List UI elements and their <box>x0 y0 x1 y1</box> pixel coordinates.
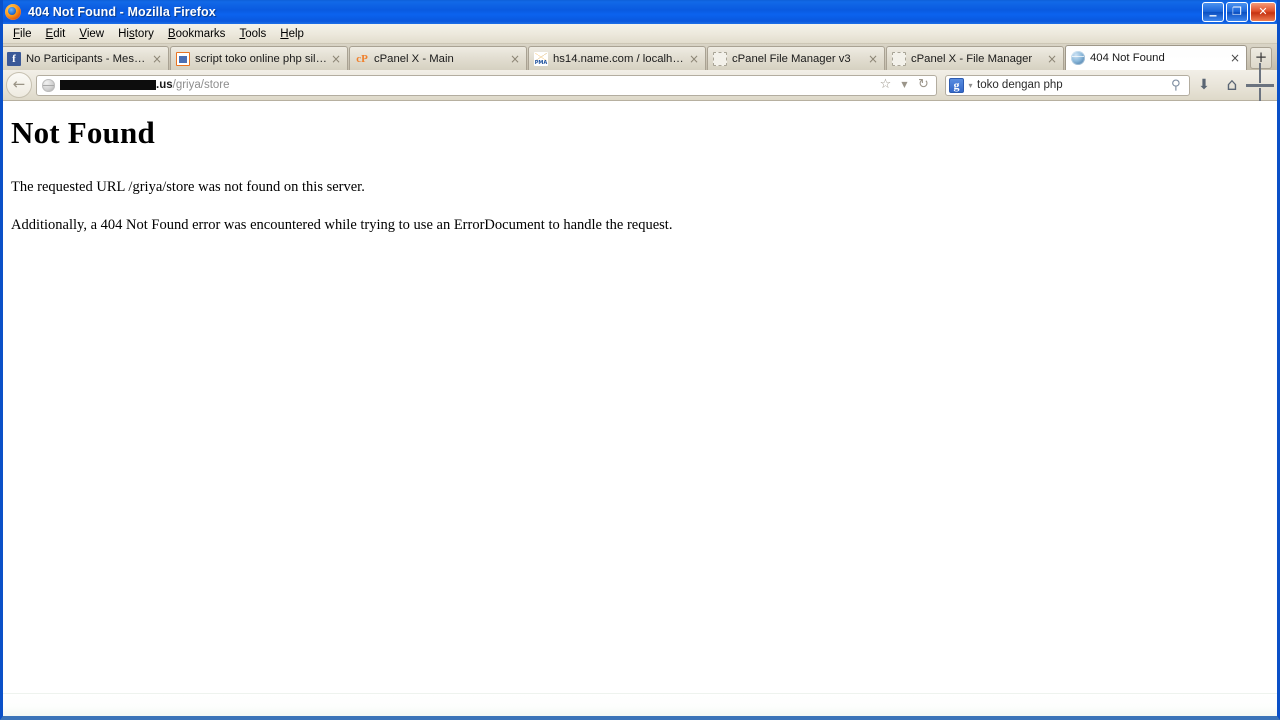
close-button[interactable]: ✕ <box>1250 2 1276 22</box>
tab-close-icon[interactable]: × <box>687 52 701 66</box>
close-icon: ✕ <box>1258 5 1268 18</box>
page-title: Not Found <box>11 115 155 150</box>
back-button[interactable]: ← <box>6 72 32 98</box>
error-message-secondary: Additionally, a 404 Not Found error was … <box>11 217 673 234</box>
window-controls: _ ❐ ✕ <box>1202 2 1276 22</box>
tab-close-icon[interactable]: × <box>866 52 880 66</box>
tab-close-icon[interactable]: × <box>508 52 522 66</box>
cpanel-icon: cP <box>356 52 368 65</box>
menu-tools[interactable]: Tools <box>232 27 273 41</box>
url-text: .us/griya/store <box>60 79 876 91</box>
tab-label: 404 Not Found <box>1090 52 1165 64</box>
back-arrow-icon: ← <box>12 75 26 93</box>
tab-cpanel-x-main[interactable]: cP cPanel X - Main × <box>349 46 527 70</box>
error-message-primary: The requested URL /griya/store was not f… <box>11 179 365 196</box>
tab-close-icon[interactable]: × <box>329 52 343 66</box>
tab-label: hs14.name.com / localhost / ... <box>553 52 687 65</box>
browser-window: 404 Not Found - Mozilla Firefox _ ❐ ✕ Fi… <box>0 0 1280 720</box>
menu-edit[interactable]: Edit <box>39 27 73 41</box>
menu-history[interactable]: History <box>111 27 161 41</box>
minimize-button[interactable]: _ <box>1202 2 1224 22</box>
tab-label: script toko online php silahka... <box>195 52 329 65</box>
status-bar <box>3 693 1277 716</box>
chevron-down-icon[interactable]: ▼ <box>895 75 914 95</box>
tab-bar: f No Participants - Messages × script to… <box>3 44 1277 70</box>
tab-cpanel-file-manager-v3[interactable]: cPanel File Manager v3 × <box>707 46 885 70</box>
tab-label: No Participants - Messages <box>26 52 150 65</box>
tab-close-icon[interactable]: × <box>1228 51 1242 65</box>
restore-button[interactable]: ❐ <box>1226 2 1248 22</box>
menu-bookmarks[interactable]: Bookmarks <box>161 27 233 41</box>
search-input[interactable]: toko dengan php <box>977 79 1167 91</box>
navigation-toolbar: ← .us/griya/store ☆ ▼ ↻ g ▾ toko dengan … <box>3 62 1277 108</box>
reload-icon[interactable]: ↻ <box>914 75 933 95</box>
redacted-domain-bar <box>60 80 156 90</box>
facebook-icon: f <box>7 51 21 66</box>
tab-404-not-found[interactable]: 404 Not Found × <box>1065 45 1247 70</box>
restore-icon: ❐ <box>1232 5 1242 18</box>
menu-view[interactable]: View <box>72 27 111 41</box>
site-identity-icon <box>42 78 55 92</box>
tab-label: cPanel X - Main <box>374 52 454 65</box>
pma-text: PMA <box>534 59 548 66</box>
tab-phpmyadmin-hs14[interactable]: PMA hs14.name.com / localhost / ... × <box>528 46 706 70</box>
downloads-icon[interactable]: ⬇ <box>1190 74 1218 96</box>
menu-help[interactable]: Help <box>273 27 311 41</box>
page-content: Not Found The requested URL /griya/store… <box>3 101 1277 694</box>
address-bar[interactable]: .us/griya/store ☆ ▼ ↻ <box>36 74 937 96</box>
orange-site-icon <box>176 51 190 66</box>
url-path: /griya/store <box>172 79 230 91</box>
title-bar: 404 Not Found - Mozilla Firefox _ ❐ ✕ <box>3 0 1277 24</box>
tab-no-participants-messages[interactable]: f No Participants - Messages × <box>3 46 169 70</box>
tab-label: cPanel X - File Manager <box>911 52 1033 65</box>
firefox-icon <box>5 4 21 20</box>
search-magnifier-icon[interactable]: ⚲ <box>1167 78 1185 93</box>
phpmyadmin-icon: PMA <box>534 51 548 66</box>
home-icon[interactable]: ⌂ <box>1218 74 1246 96</box>
google-search-engine-icon[interactable]: g <box>949 77 964 93</box>
tab-close-icon[interactable]: × <box>150 52 164 66</box>
minimize-icon: _ <box>1209 1 1217 17</box>
blank-page-icon <box>892 51 906 66</box>
search-engine-chevron-icon[interactable]: ▾ <box>964 81 977 90</box>
window-title: 404 Not Found - Mozilla Firefox <box>28 5 216 19</box>
tab-script-toko-online-php[interactable]: script toko online php silahka... × <box>170 46 348 70</box>
menu-file[interactable]: File <box>6 27 39 41</box>
globe-icon <box>1071 51 1085 65</box>
tab-label: cPanel File Manager v3 <box>732 52 851 65</box>
search-bar[interactable]: g ▾ toko dengan php ⚲ <box>945 74 1190 96</box>
menu-bar: File Edit View History Bookmarks Tools H… <box>3 24 1277 44</box>
tab-close-icon[interactable]: × <box>1045 52 1059 66</box>
url-host-suffix: .us <box>156 79 173 91</box>
tab-cpanel-x-file-manager[interactable]: cPanel X - File Manager × <box>886 46 1064 70</box>
bookmark-star-icon[interactable]: ☆ <box>876 75 895 95</box>
blank-page-icon <box>713 51 727 66</box>
